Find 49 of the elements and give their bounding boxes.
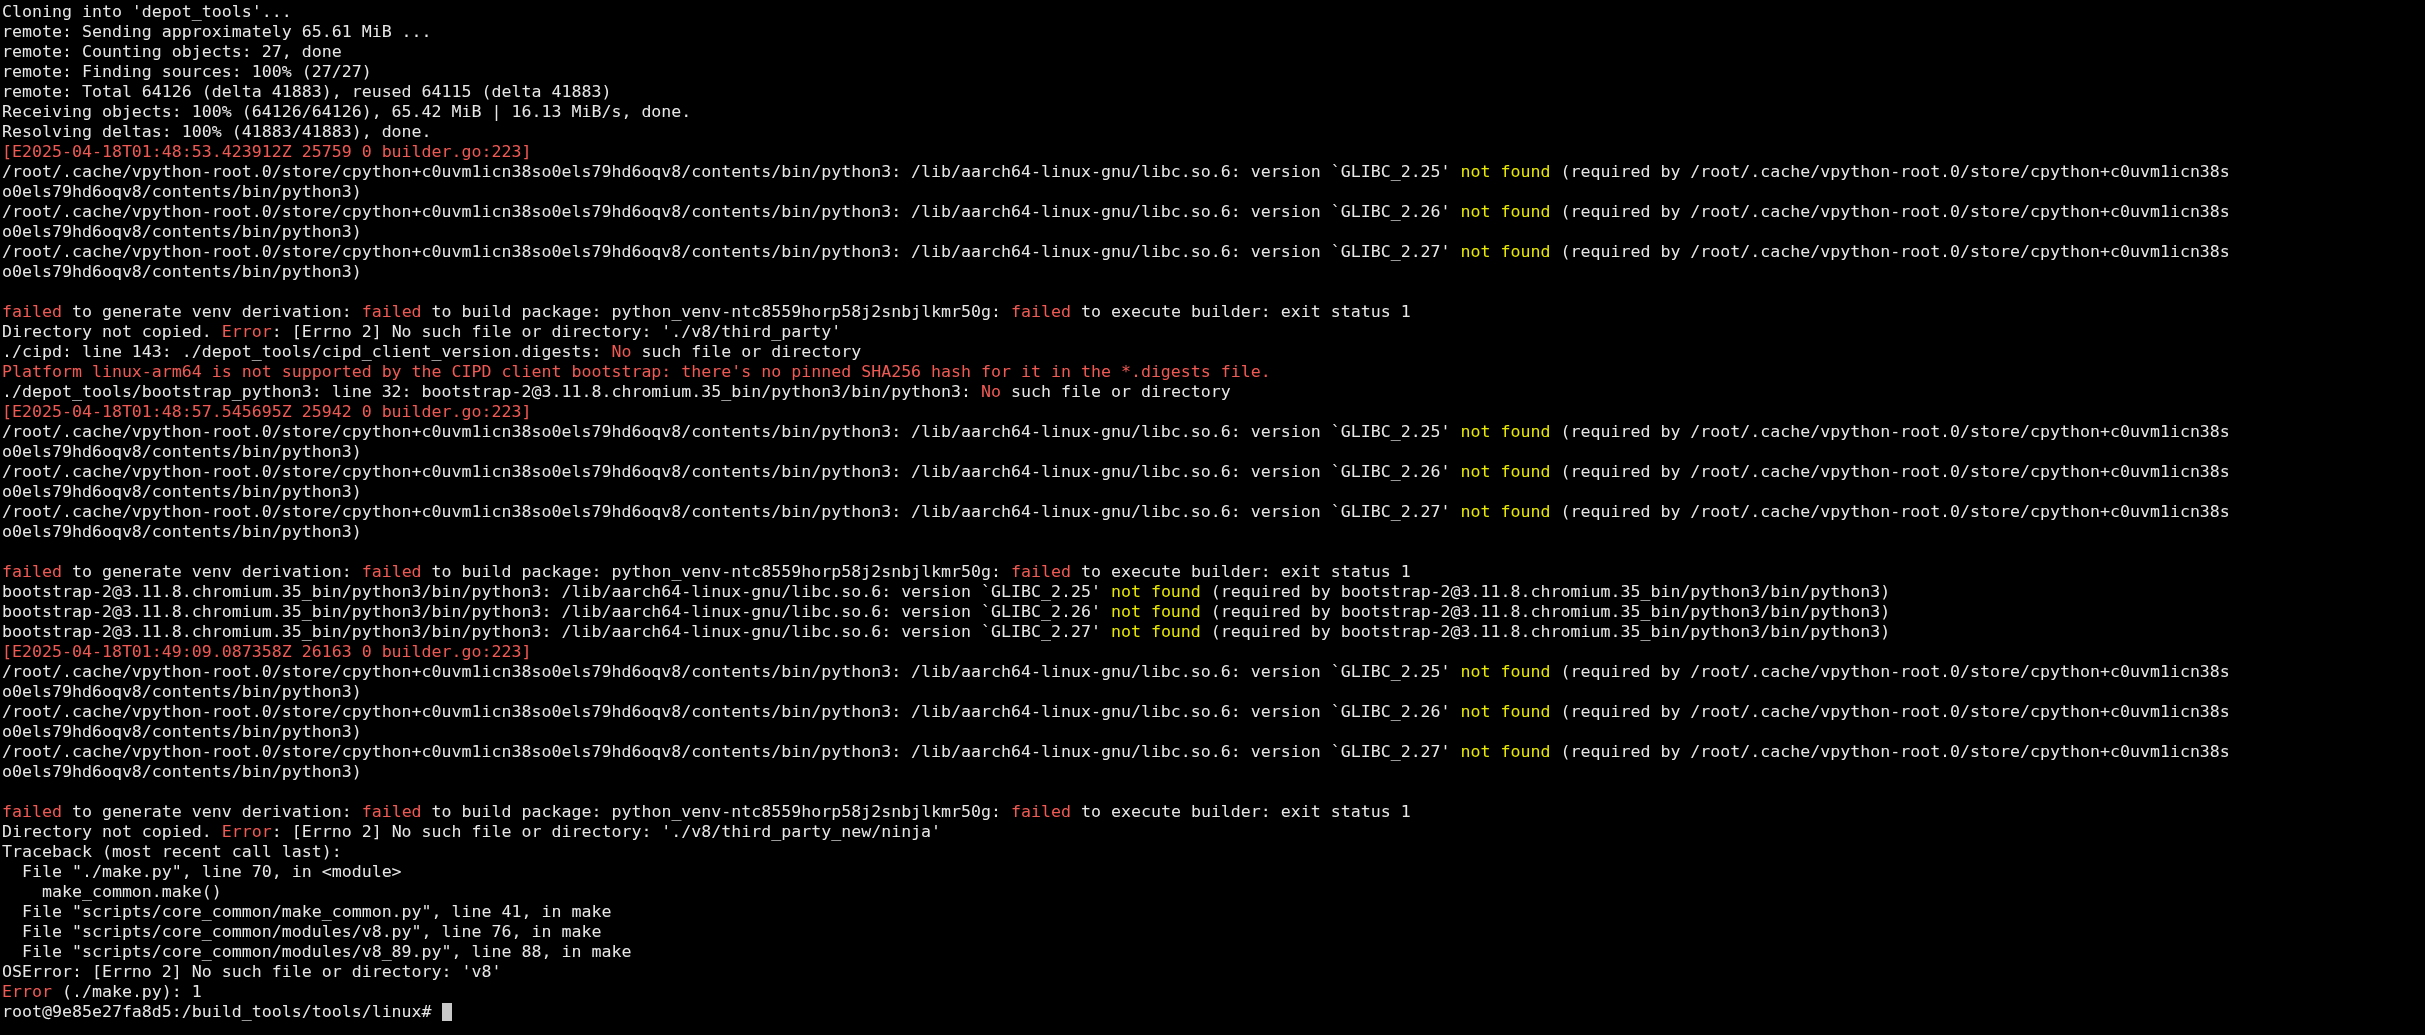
shell-prompt: root@9e85e27fa8d5:/build_tools/tools/linux# [2, 1002, 433, 1022]
terminal-line: remote: Finding sources: 100% (27/27) [2, 62, 372, 82]
terminal-line: /root/.cache/vpython-root.0/store/cpython+c0uvm1icn38so0els79hd6oqv8/contents/bin/python3: /lib/aarch64-linux-gnu/libc.so.6: version `GLIBC_2.25' not found (required by /root/.cache/vpython-root.0/store/cpython+c0uvm1icn38s [2, 662, 2230, 682]
terminal-line: failed to generate venv derivation: failed to build package: python_venv-ntc8559horp58j2snbjlkmr50g: failed to execute builder: exit status 1 [2, 562, 1411, 582]
terminal-line: /root/.cache/vpython-root.0/store/cpython+c0uvm1icn38so0els79hd6oqv8/contents/bin/python3: /lib/aarch64-linux-gnu/libc.so.6: version `GLIBC_2.26' not found (required by /root/.cache/vpython-root.0/store/cpython+c0uvm1icn38s [2, 462, 2230, 482]
terminal-line: [E2025-04-18T01:49:09.087358Z 26163 0 builder.go:223] [2, 642, 532, 662]
terminal-line: Platform linux-arm64 is not supported by the CIPD client bootstrap: there's no pinned SHA256 hash for it in the *.digests file. [2, 362, 1271, 382]
terminal-line: Cloning into 'depot_tools'... [2, 2, 292, 22]
terminal-line: Traceback (most recent call last): [2, 842, 342, 862]
terminal-line: /root/.cache/vpython-root.0/store/cpython+c0uvm1icn38so0els79hd6oqv8/contents/bin/python3: /lib/aarch64-linux-gnu/libc.so.6: version `GLIBC_2.27' not found (required by /root/.cache/vpython-root.0/store/cpython+c0uvm1icn38s [2, 742, 2230, 762]
terminal-line: [E2025-04-18T01:48:57.545695Z 25942 0 builder.go:223] [2, 402, 532, 422]
terminal-line: ./depot_tools/bootstrap_python3: line 32: bootstrap-2@3.11.8.chromium.35_bin/python3/bin/python3: No such file or directory [2, 382, 1231, 402]
terminal-line: failed to generate venv derivation: failed to build package: python_venv-ntc8559horp58j2snbjlkmr50g: failed to execute builder: exit status 1 [2, 802, 1411, 822]
terminal-line: o0els79hd6oqv8/contents/bin/python3) [2, 522, 362, 542]
terminal-line: remote: Sending approximately 65.61 MiB ... [2, 22, 432, 42]
terminal-line: o0els79hd6oqv8/contents/bin/python3) [2, 762, 362, 782]
terminal-line: /root/.cache/vpython-root.0/store/cpython+c0uvm1icn38so0els79hd6oqv8/contents/bin/python3: /lib/aarch64-linux-gnu/libc.so.6: version `GLIBC_2.25' not found (required by /root/.cache/vpython-root.0/store/cpython+c0uvm1icn38s [2, 422, 2230, 442]
terminal-line: /root/.cache/vpython-root.0/store/cpython+c0uvm1icn38so0els79hd6oqv8/contents/bin/python3: /lib/aarch64-linux-gnu/libc.so.6: version `GLIBC_2.27' not found (required by /root/.cache/vpython-root.0/store/cpython+c0uvm1icn38s [2, 242, 2230, 262]
terminal-line: Resolving deltas: 100% (41883/41883), done. [2, 122, 432, 142]
terminal-line: File "scripts/core_common/make_common.py", line 41, in make [20, 902, 612, 922]
terminal-line: File "./make.py", line 70, in <module> [20, 862, 402, 882]
terminal-line: Receiving objects: 100% (64126/64126), 65.42 MiB | 16.13 MiB/s, done. [2, 102, 692, 122]
terminal-line: make_common.make() [40, 882, 222, 902]
terminal-line: remote: Total 64126 (delta 41883), reused 64115 (delta 41883) [2, 82, 612, 102]
terminal-line: /root/.cache/vpython-root.0/store/cpython+c0uvm1icn38so0els79hd6oqv8/contents/bin/python3: /lib/aarch64-linux-gnu/libc.so.6: version `GLIBC_2.27' not found (required by /root/.cache/vpython-root.0/store/cpython+c0uvm1icn38s [2, 502, 2230, 522]
terminal-line: ./cipd: line 143: ./depot_tools/cipd_client_version.digests: No such file or directory [2, 342, 862, 362]
terminal-line: [E2025-04-18T01:48:53.423912Z 25759 0 builder.go:223] [2, 142, 532, 162]
terminal-line: bootstrap-2@3.11.8.chromium.35_bin/python3/bin/python3: /lib/aarch64-linux-gnu/libc.so.6: version `GLIBC_2.26' not found (required by bootstrap-2@3.11.8.chromium.35_bin/python3/bin/python3) [2, 602, 1891, 622]
terminal-line: o0els79hd6oqv8/contents/bin/python3) [2, 222, 362, 242]
terminal-line: Error (./make.py): 1 [2, 982, 202, 1002]
terminal-line: o0els79hd6oqv8/contents/bin/python3) [2, 442, 362, 462]
terminal-cursor [441, 1003, 452, 1021]
terminal-line: bootstrap-2@3.11.8.chromium.35_bin/python3/bin/python3: /lib/aarch64-linux-gnu/libc.so.6: version `GLIBC_2.25' not found (required by bootstrap-2@3.11.8.chromium.35_bin/python3/bin/python3) [2, 582, 1891, 602]
terminal-line: failed to generate venv derivation: failed to build package: python_venv-ntc8559horp58j2snbjlkmr50g: failed to execute builder: exit status 1 [2, 302, 1411, 322]
terminal-line: File "scripts/core_common/modules/v8_89.py", line 88, in make [20, 942, 632, 962]
terminal-line: o0els79hd6oqv8/contents/bin/python3) [2, 182, 362, 202]
terminal-line: /root/.cache/vpython-root.0/store/cpython+c0uvm1icn38so0els79hd6oqv8/contents/bin/python3: /lib/aarch64-linux-gnu/libc.so.6: version `GLIBC_2.25' not found (required by /root/.cache/vpython-root.0/store/cpython+c0uvm1icn38s [2, 162, 2230, 182]
terminal-line: o0els79hd6oqv8/contents/bin/python3) [2, 682, 362, 702]
terminal-line: Directory not copied. Error: [Errno 2] No such file or directory: './v8/third_party_new/ninja' [2, 822, 942, 842]
terminal-line: bootstrap-2@3.11.8.chromium.35_bin/python3/bin/python3: /lib/aarch64-linux-gnu/libc.so.6: version `GLIBC_2.27' not found (required by bootstrap-2@3.11.8.chromium.35_bin/python3/bin/python3) [2, 622, 1891, 642]
terminal-line: Directory not copied. Error: [Errno 2] No such file or directory: './v8/third_party' [2, 322, 842, 342]
terminal-line: o0els79hd6oqv8/contents/bin/python3) [2, 722, 362, 742]
terminal-line: o0els79hd6oqv8/contents/bin/python3) [2, 482, 362, 502]
terminal-line: remote: Counting objects: 27, done [2, 42, 342, 62]
terminal-line: /root/.cache/vpython-root.0/store/cpython+c0uvm1icn38so0els79hd6oqv8/contents/bin/python3: /lib/aarch64-linux-gnu/libc.so.6: version `GLIBC_2.26' not found (required by /root/.cache/vpython-root.0/store/cpython+c0uvm1icn38s [2, 202, 2230, 222]
terminal-line: /root/.cache/vpython-root.0/store/cpython+c0uvm1icn38so0els79hd6oqv8/contents/bin/python3: /lib/aarch64-linux-gnu/libc.so.6: version `GLIBC_2.26' not found (required by /root/.cache/vpython-root.0/store/cpython+c0uvm1icn38s [2, 702, 2230, 722]
terminal-line: o0els79hd6oqv8/contents/bin/python3) [2, 262, 362, 282]
terminal-line: OSError: [Errno 2] No such file or directory: 'v8' [2, 962, 502, 982]
terminal-line: File "scripts/core_common/modules/v8.py", line 76, in make [20, 922, 602, 942]
